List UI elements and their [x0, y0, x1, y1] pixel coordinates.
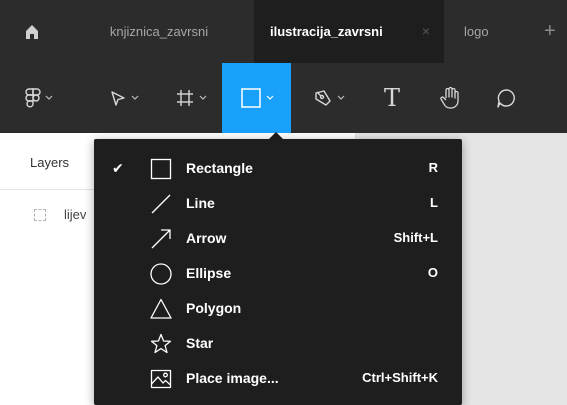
menu-item-label: Arrow: [186, 230, 227, 246]
text-tool-button[interactable]: T: [372, 63, 412, 133]
text-icon: T: [383, 84, 400, 112]
chevron-down-icon: [266, 95, 273, 100]
line-icon: [151, 194, 171, 214]
tab-label: logo: [464, 24, 489, 39]
menu-item-ellipse[interactable]: Ellipse O: [94, 257, 462, 291]
chevron-down-icon: [45, 95, 53, 100]
rectangle-icon: [150, 158, 172, 180]
frame-layer-icon: [34, 209, 46, 221]
ellipse-icon: [150, 263, 172, 285]
menu-item-label: Rectangle: [186, 160, 253, 176]
tab-knjiznica-zavrsni[interactable]: knjiznica_zavrsni: [64, 0, 254, 63]
tab-bar: knjiznica_zavrsni ilustracija_zavrsni × …: [0, 0, 567, 63]
pen-icon: [315, 90, 331, 106]
frame-tool-button[interactable]: [163, 63, 219, 133]
main-menu-button[interactable]: [14, 63, 64, 133]
menu-item-label: Place image...: [186, 370, 279, 386]
hand-icon: [440, 86, 459, 109]
comment-icon: [497, 89, 515, 108]
menu-item-shortcut: O: [427, 265, 438, 280]
tab-label: knjiznica_zavrsni: [109, 24, 209, 39]
menu-item-rectangle[interactable]: ✔ Rectangle R: [94, 152, 462, 186]
tab-logo[interactable]: logo: [444, 0, 544, 63]
chevron-down-icon: [199, 95, 207, 100]
chevron-down-icon: [131, 95, 139, 100]
place-image-icon: [150, 369, 172, 389]
menu-item-label: Star: [186, 335, 214, 351]
home-icon: [26, 24, 38, 39]
checkmark-icon: ✔: [112, 160, 124, 176]
menu-item-star[interactable]: Star: [94, 327, 462, 361]
star-icon: [150, 333, 172, 354]
polygon-icon: [150, 298, 172, 319]
toolbar: T: [0, 63, 567, 133]
cursor-icon: [111, 91, 125, 106]
menu-item-shortcut: Ctrl+Shift+K: [362, 370, 438, 385]
tab-ilustracija-zavrsni[interactable]: ilustracija_zavrsni ×: [254, 0, 444, 63]
comment-tool-button[interactable]: [486, 63, 526, 133]
chevron-down-icon: [337, 95, 345, 100]
frame-icon: [177, 90, 193, 106]
tab-close-icon[interactable]: ×: [422, 23, 430, 39]
menu-item-shortcut: Shift+L: [393, 230, 438, 245]
menu-item-arrow[interactable]: Arrow Shift+L: [94, 222, 462, 256]
menu-item-polygon[interactable]: Polygon: [94, 292, 462, 326]
tab-label: ilustracija_zavrsni: [270, 24, 383, 39]
rectangle-icon: [240, 88, 261, 108]
layer-label: lijev: [64, 207, 87, 222]
move-tool-button[interactable]: [96, 63, 152, 133]
menu-item-place-image[interactable]: Place image... Ctrl+Shift+K: [94, 362, 462, 396]
menu-item-label: Ellipse: [186, 265, 232, 281]
arrow-icon: [151, 229, 171, 249]
menu-item-shortcut: L: [430, 195, 438, 210]
figma-logo-icon: [25, 88, 41, 108]
menu-item-line[interactable]: Line L: [94, 187, 462, 221]
home-button[interactable]: [0, 0, 64, 63]
shape-tool-button[interactable]: [222, 63, 291, 133]
plus-icon: +: [544, 20, 556, 42]
layers-tab[interactable]: Layers: [30, 155, 69, 170]
shape-tools-menu: ✔ Rectangle R Line L Arrow Shift+L Ellip…: [94, 139, 462, 405]
menu-item-label: Line: [186, 195, 215, 211]
hand-tool-button[interactable]: [430, 63, 470, 133]
pen-tool-button[interactable]: [300, 63, 358, 133]
menu-item-shortcut: R: [428, 160, 438, 175]
menu-item-label: Polygon: [186, 300, 242, 316]
new-tab-button[interactable]: +: [544, 0, 567, 63]
